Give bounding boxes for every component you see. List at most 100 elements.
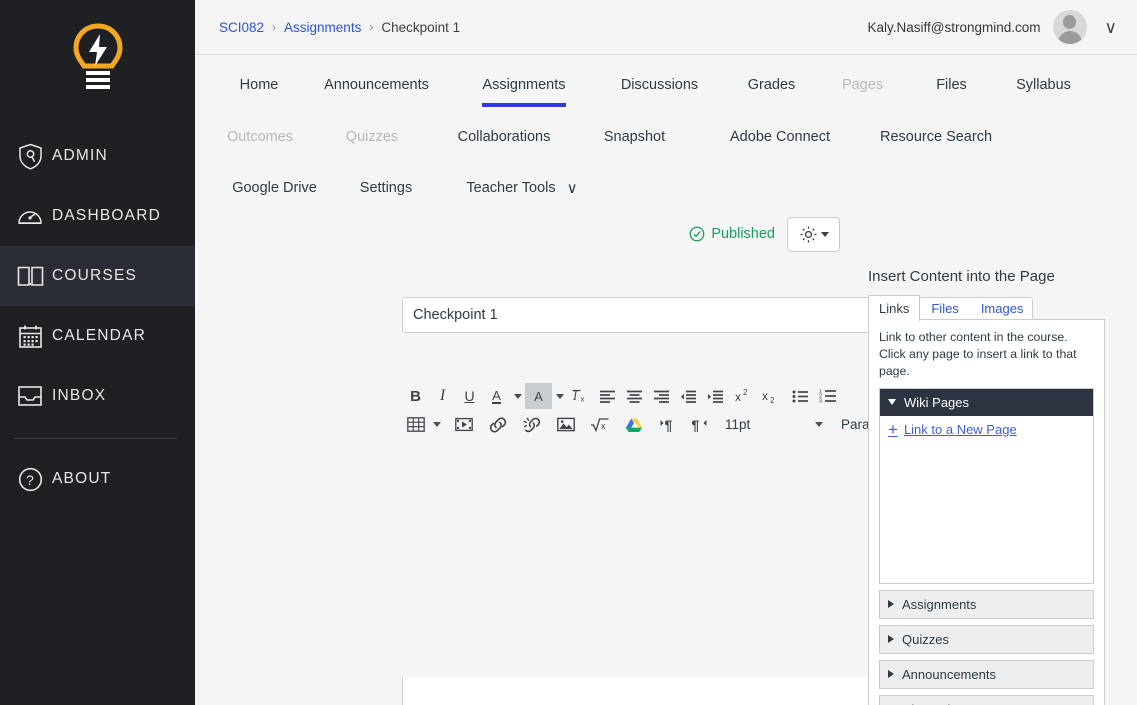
tab-settings[interactable]: Settings (360, 180, 412, 202)
user-avatar[interactable] (1052, 10, 1087, 44)
accordion-announcements[interactable]: Announcements (879, 659, 1094, 689)
tab-teacher-tools-label: Teacher Tools (466, 180, 556, 196)
align-right-icon (654, 390, 669, 403)
highlight-color-button[interactable]: A (525, 383, 552, 409)
outdent-button[interactable] (675, 383, 702, 409)
svg-text:¶: ¶ (692, 417, 700, 432)
tab-outcomes[interactable]: Outcomes (227, 129, 293, 151)
align-right-button[interactable] (648, 383, 675, 409)
bulleted-list-icon (792, 390, 808, 402)
accordion-assignments[interactable]: Assignments (879, 589, 1094, 619)
sidebar-item-calendar[interactable]: CALENDAR (0, 306, 195, 366)
tab-snapshot[interactable]: Snapshot (604, 129, 665, 151)
chevron-down-icon[interactable]: ∨ (1099, 19, 1123, 36)
clear-formatting-button[interactable]: I x (567, 383, 594, 409)
tab-links[interactable]: Links (868, 295, 921, 321)
panel-tabs: Links Files Images (868, 294, 1105, 321)
tab-files[interactable]: Files (920, 295, 969, 321)
tab-announcements[interactable]: Announcements (324, 77, 429, 99)
unlink-button[interactable] (518, 412, 545, 438)
bold-button[interactable]: B (402, 383, 429, 409)
sidebar-item-courses[interactable]: COURSES (0, 246, 195, 306)
clear-format-icon: I x (572, 389, 585, 404)
bulleted-list-button[interactable] (787, 383, 814, 409)
svg-text:2: 2 (770, 396, 775, 404)
svg-text:¶: ¶ (665, 417, 673, 432)
breadcrumb-assignments[interactable]: Assignments (284, 20, 361, 35)
subscript-button[interactable]: x 2 (756, 383, 783, 409)
svg-text:?: ? (26, 472, 35, 488)
breadcrumb-course[interactable]: SCI082 (219, 20, 264, 35)
rtl-button[interactable]: ¶ (686, 412, 713, 438)
table-dropdown[interactable] (429, 412, 444, 438)
equation-button[interactable]: x (586, 412, 613, 438)
sidebar-item-label: ABOUT (52, 470, 112, 487)
accordion-discussions[interactable]: Discussions (879, 694, 1094, 705)
lightbulb-logo[interactable] (0, 0, 195, 118)
subscript-icon: x 2 (762, 389, 775, 404)
tab-images[interactable]: Images (970, 295, 1035, 321)
gear-icon (800, 226, 816, 242)
text-color-button[interactable]: A (483, 383, 510, 409)
text-color-dropdown[interactable] (510, 383, 525, 409)
panel-title: Insert Content into the Page (868, 268, 1055, 285)
google-drive-button[interactable] (620, 412, 647, 438)
breadcrumb-current: Checkpoint 1 (381, 19, 461, 35)
triangle-right-icon (888, 670, 894, 679)
svg-text:x: x (762, 389, 768, 403)
indent-button[interactable] (702, 383, 729, 409)
italic-button[interactable]: I (429, 383, 456, 409)
align-left-button[interactable] (594, 383, 621, 409)
svg-text:3: 3 (819, 398, 822, 403)
sidebar-item-label: COURSES (52, 267, 138, 284)
highlight-color-dropdown[interactable] (552, 383, 567, 409)
pilcrow-rtl-icon: ¶ (692, 417, 707, 432)
publish-row: Published (195, 208, 1137, 256)
tab-discussions[interactable]: Discussions (621, 77, 698, 99)
tab-grades[interactable]: Grades (748, 77, 796, 99)
image-button[interactable] (552, 412, 579, 438)
ltr-button[interactable]: ¶ (654, 412, 681, 438)
breadcrumb-separator: › (272, 20, 277, 34)
wiki-pages-header[interactable]: Wiki Pages (880, 388, 1093, 416)
plus-icon: + (888, 419, 898, 439)
pilcrow-ltr-icon: ¶ (660, 417, 673, 432)
tab-google-drive[interactable]: Google Drive (232, 180, 317, 202)
underline-button[interactable]: U (456, 383, 483, 409)
media-icon (454, 417, 473, 432)
course-nav-row-2: Outcomes Quizzes Collaborations Snapshot… (195, 129, 1137, 151)
google-drive-icon (625, 418, 642, 432)
chevron-down-icon[interactable]: ∨ (567, 181, 578, 196)
superscript-button[interactable]: x 2 (729, 383, 756, 409)
user-menu[interactable]: Kaly.Nasiff@strongmind.com ∨ (868, 10, 1123, 44)
sidebar-item-about[interactable]: ? ABOUT (0, 449, 195, 509)
link-to-new-page[interactable]: + Link to a New Page (888, 421, 1085, 438)
font-size-select[interactable]: 11pt (719, 413, 829, 437)
tab-pages[interactable]: Pages (842, 77, 883, 99)
settings-gear-button[interactable] (787, 216, 840, 252)
numbered-list-button[interactable]: 123 (814, 383, 841, 409)
table-button[interactable] (402, 412, 429, 438)
breadcrumb-separator: › (369, 20, 374, 34)
tab-home[interactable]: Home (240, 77, 279, 99)
link-button[interactable] (484, 412, 511, 438)
tab-quizzes[interactable]: Quizzes (346, 129, 398, 151)
sidebar-item-inbox[interactable]: INBOX (0, 366, 195, 426)
align-center-button[interactable] (621, 383, 648, 409)
inbox-icon (8, 384, 52, 408)
sidebar-item-admin[interactable]: ADMIN (0, 126, 195, 186)
tab-syllabus[interactable]: Syllabus (1016, 77, 1071, 99)
calendar-icon (8, 324, 52, 349)
tab-adobe-connect[interactable]: Adobe Connect (730, 129, 830, 151)
tab-assignments[interactable]: Assignments (482, 77, 566, 107)
accordion-label: Announcements (902, 666, 996, 682)
nav-divider (14, 438, 177, 439)
tab-files[interactable]: Files (936, 77, 967, 99)
media-button[interactable] (450, 412, 477, 438)
tab-resource-search[interactable]: Resource Search (880, 129, 992, 151)
indent-icon (708, 390, 723, 403)
tab-teacher-tools[interactable]: Teacher Tools ∨ (466, 180, 577, 202)
sidebar-item-dashboard[interactable]: DASHBOARD (0, 186, 195, 246)
accordion-quizzes[interactable]: Quizzes (879, 624, 1094, 654)
tab-collaborations[interactable]: Collaborations (458, 129, 551, 151)
